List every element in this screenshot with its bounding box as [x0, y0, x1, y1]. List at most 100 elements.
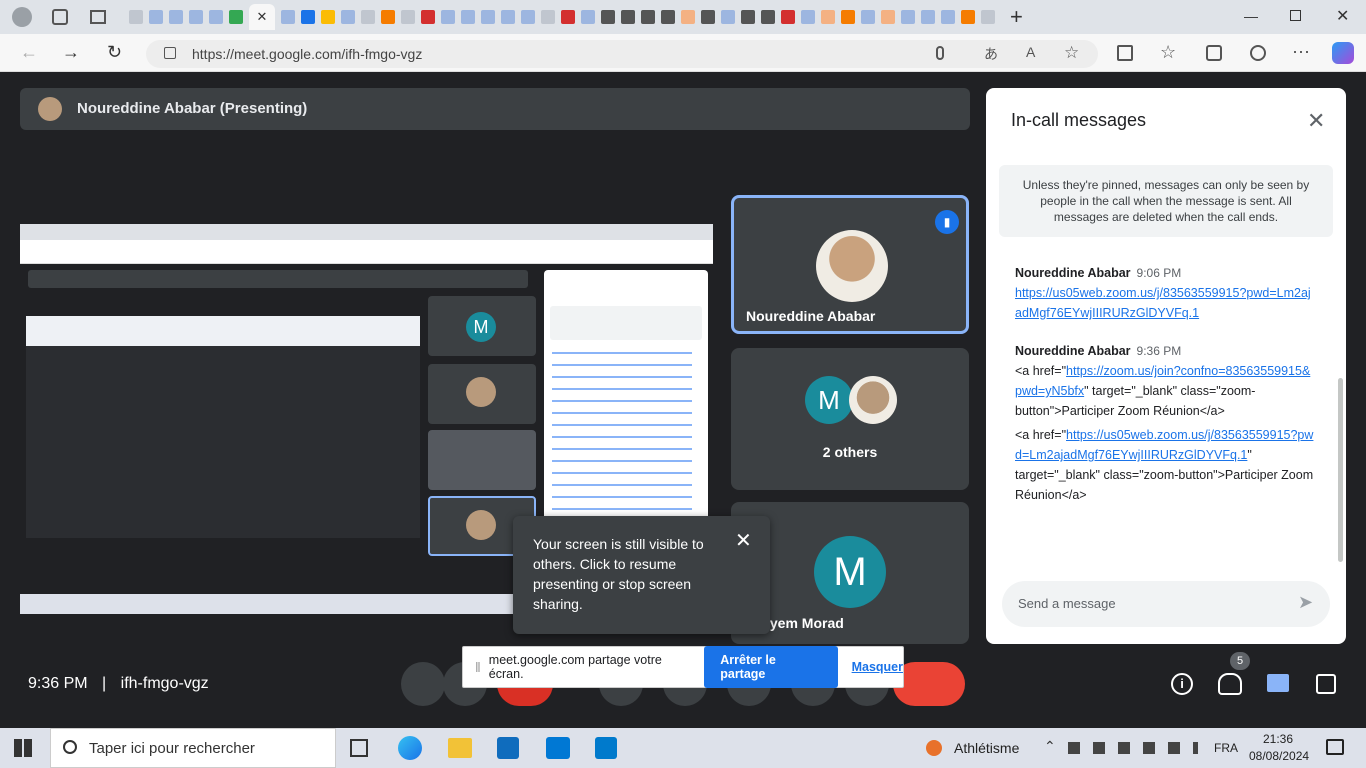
tab-actions-icon[interactable]	[90, 10, 106, 24]
send-placeholder: Send a message	[1018, 596, 1116, 611]
participant-avatar	[816, 230, 888, 302]
search-placeholder: Taper ici pour rechercher	[89, 740, 255, 757]
toast-message: Your screen is still visible to others. …	[533, 536, 704, 612]
tab-icons[interactable]: ✕	[126, 4, 998, 30]
search-icon	[63, 740, 77, 754]
read-aloud-icon[interactable]: A	[1026, 44, 1035, 60]
favorite-star-icon[interactable]: ☆	[1064, 43, 1079, 63]
chat-icon[interactable]	[1267, 674, 1289, 692]
hidden-icons-chevron-icon[interactable]: ⌃	[1044, 738, 1056, 755]
browser-tab-strip: ✕ + — ✕	[0, 0, 1366, 34]
back-icon[interactable]: ←	[20, 42, 38, 63]
expand-controls-button[interactable]	[401, 662, 445, 706]
speaking-indicator-icon: ▮	[935, 210, 959, 234]
activities-icon[interactable]	[1316, 674, 1336, 694]
copilot-icon[interactable]	[1332, 42, 1354, 64]
shared-browser-tabs	[20, 224, 713, 240]
restore-icon[interactable]	[1290, 10, 1301, 21]
others-avatar-m: M	[805, 376, 853, 424]
in-call-messages-panel: In-call messages ✕ Unless they're pinned…	[986, 88, 1346, 644]
shared-tile-1-avatar: M	[466, 312, 496, 342]
others-label: 2 others	[822, 444, 878, 460]
stop-sharing-button[interactable]: Arrêter le partage	[704, 646, 838, 688]
taskbar-date[interactable]: 08/08/2024	[1249, 749, 1309, 763]
shared-tile-2-avatar	[466, 377, 496, 407]
meryem-avatar: M	[814, 536, 886, 608]
participant-tile-speaking[interactable]: ▮ Noureddine Ababar	[731, 195, 969, 334]
divider: |	[102, 675, 107, 692]
more-options-icon[interactable]: ⋯	[1292, 42, 1310, 63]
panel-title: In-call messages	[1011, 110, 1147, 130]
tray-icons[interactable]	[1068, 742, 1198, 754]
language-indicator[interactable]: FRA	[1214, 741, 1238, 755]
profile-icon[interactable]	[12, 7, 32, 27]
send-message-input[interactable]: Send a message ➤	[1002, 581, 1330, 627]
forward-icon[interactable]: →	[62, 42, 80, 63]
active-tab[interactable]: ✕	[249, 4, 275, 30]
meeting-details-icon[interactable]: i	[1171, 673, 1193, 695]
task-view-icon[interactable]	[350, 739, 368, 757]
presenter-avatar	[38, 97, 62, 121]
new-tab-icon[interactable]: +	[1010, 4, 1023, 30]
url-text: https://meet.google.com/ifh-fmgo-vgz	[192, 46, 423, 62]
close-panel-icon[interactable]: ✕	[1307, 108, 1325, 134]
shared-inner-stage	[26, 346, 420, 538]
microphone-icon[interactable]	[936, 46, 944, 60]
windows-start-icon[interactable]	[14, 739, 32, 757]
shared-chat-notice	[550, 306, 702, 340]
close-window-icon[interactable]: ✕	[1336, 6, 1349, 26]
translate-icon[interactable]: あ	[984, 44, 998, 64]
drag-handle[interactable]: ‖	[475, 659, 481, 675]
explorer-taskbar-icon[interactable]	[448, 738, 472, 758]
message-link[interactable]: https://us05web.zoom.us/j/83563559915?pw…	[1015, 286, 1311, 320]
shared-bottom-bar	[20, 564, 540, 594]
collections-icon[interactable]	[1206, 45, 1222, 61]
message-1: Noureddine Ababar 9:06 PM https://us05web…	[1015, 263, 1315, 323]
message-time: 9:36 PM	[1136, 344, 1182, 358]
workspaces-icon[interactable]	[52, 9, 68, 25]
taskbar-search[interactable]: Taper ici pour rechercher	[50, 728, 336, 768]
address-input[interactable]: https://meet.google.com/ifh-fmgo-vgz あ A…	[146, 40, 1098, 68]
close-toast-icon[interactable]: ✕	[735, 528, 752, 553]
presenter-name: Noureddine Ababar (Presenting)	[77, 100, 308, 117]
shared-address-bar	[20, 240, 713, 264]
message-time: 9:06 PM	[1136, 266, 1182, 280]
hide-bar-link[interactable]: Masquer	[852, 660, 903, 674]
screen-visible-toast[interactable]: Your screen is still visible to others. …	[513, 516, 770, 634]
participant-tile-others[interactable]: M 2 others	[731, 348, 969, 490]
minimize-icon[interactable]: —	[1244, 8, 1258, 24]
outlook-taskbar-icon[interactable]	[546, 737, 570, 759]
weather-text[interactable]: Athlétisme	[954, 740, 1019, 756]
favorites-icon[interactable]: ☆	[1160, 42, 1176, 63]
store-taskbar-icon[interactable]	[497, 737, 519, 759]
shared-tile-4-avatar	[466, 510, 496, 540]
participant-name: Noureddine Ababar	[746, 308, 876, 324]
shared-tile-3	[428, 430, 536, 490]
taskbar-time[interactable]: 21:36	[1263, 732, 1293, 746]
screen-share-bar: ‖ meet.google.com partage votre écran. A…	[462, 646, 904, 688]
people-icon[interactable]	[1218, 673, 1242, 695]
message-sender: Noureddine Ababar	[1015, 344, 1131, 358]
message-text: <a href="	[1015, 428, 1067, 442]
site-info-icon[interactable]	[164, 47, 176, 59]
send-icon[interactable]: ➤	[1298, 592, 1313, 613]
meeting-clock: 9:36 PM	[28, 675, 88, 692]
split-screen-icon[interactable]	[1117, 45, 1133, 61]
message-sender: Noureddine Ababar	[1015, 266, 1131, 280]
reload-icon[interactable]: ↻	[107, 42, 122, 63]
notifications-icon[interactable]	[1326, 739, 1344, 755]
vscode-taskbar-icon[interactable]	[595, 737, 617, 759]
shared-chat-lines	[552, 346, 692, 516]
scrollbar[interactable]	[1338, 378, 1343, 562]
weather-icon[interactable]	[926, 740, 942, 756]
edge-taskbar-icon[interactable]	[398, 736, 422, 760]
message-2: Noureddine Ababar 9:36 PM <a href="https:…	[1015, 341, 1315, 505]
meeting-time: 9:36 PM | ifh-fmgo-vgz	[28, 675, 209, 693]
meeting-code: ifh-fmgo-vgz	[120, 675, 209, 692]
shared-presenter-bar	[28, 270, 528, 288]
others-avatar-photo	[849, 376, 897, 424]
messages-notice: Unless they're pinned, messages can only…	[999, 165, 1333, 237]
extensions-icon[interactable]	[1250, 45, 1266, 61]
participant-count-badge: 5	[1230, 652, 1250, 670]
share-text: meet.google.com partage votre écran.	[488, 653, 662, 681]
